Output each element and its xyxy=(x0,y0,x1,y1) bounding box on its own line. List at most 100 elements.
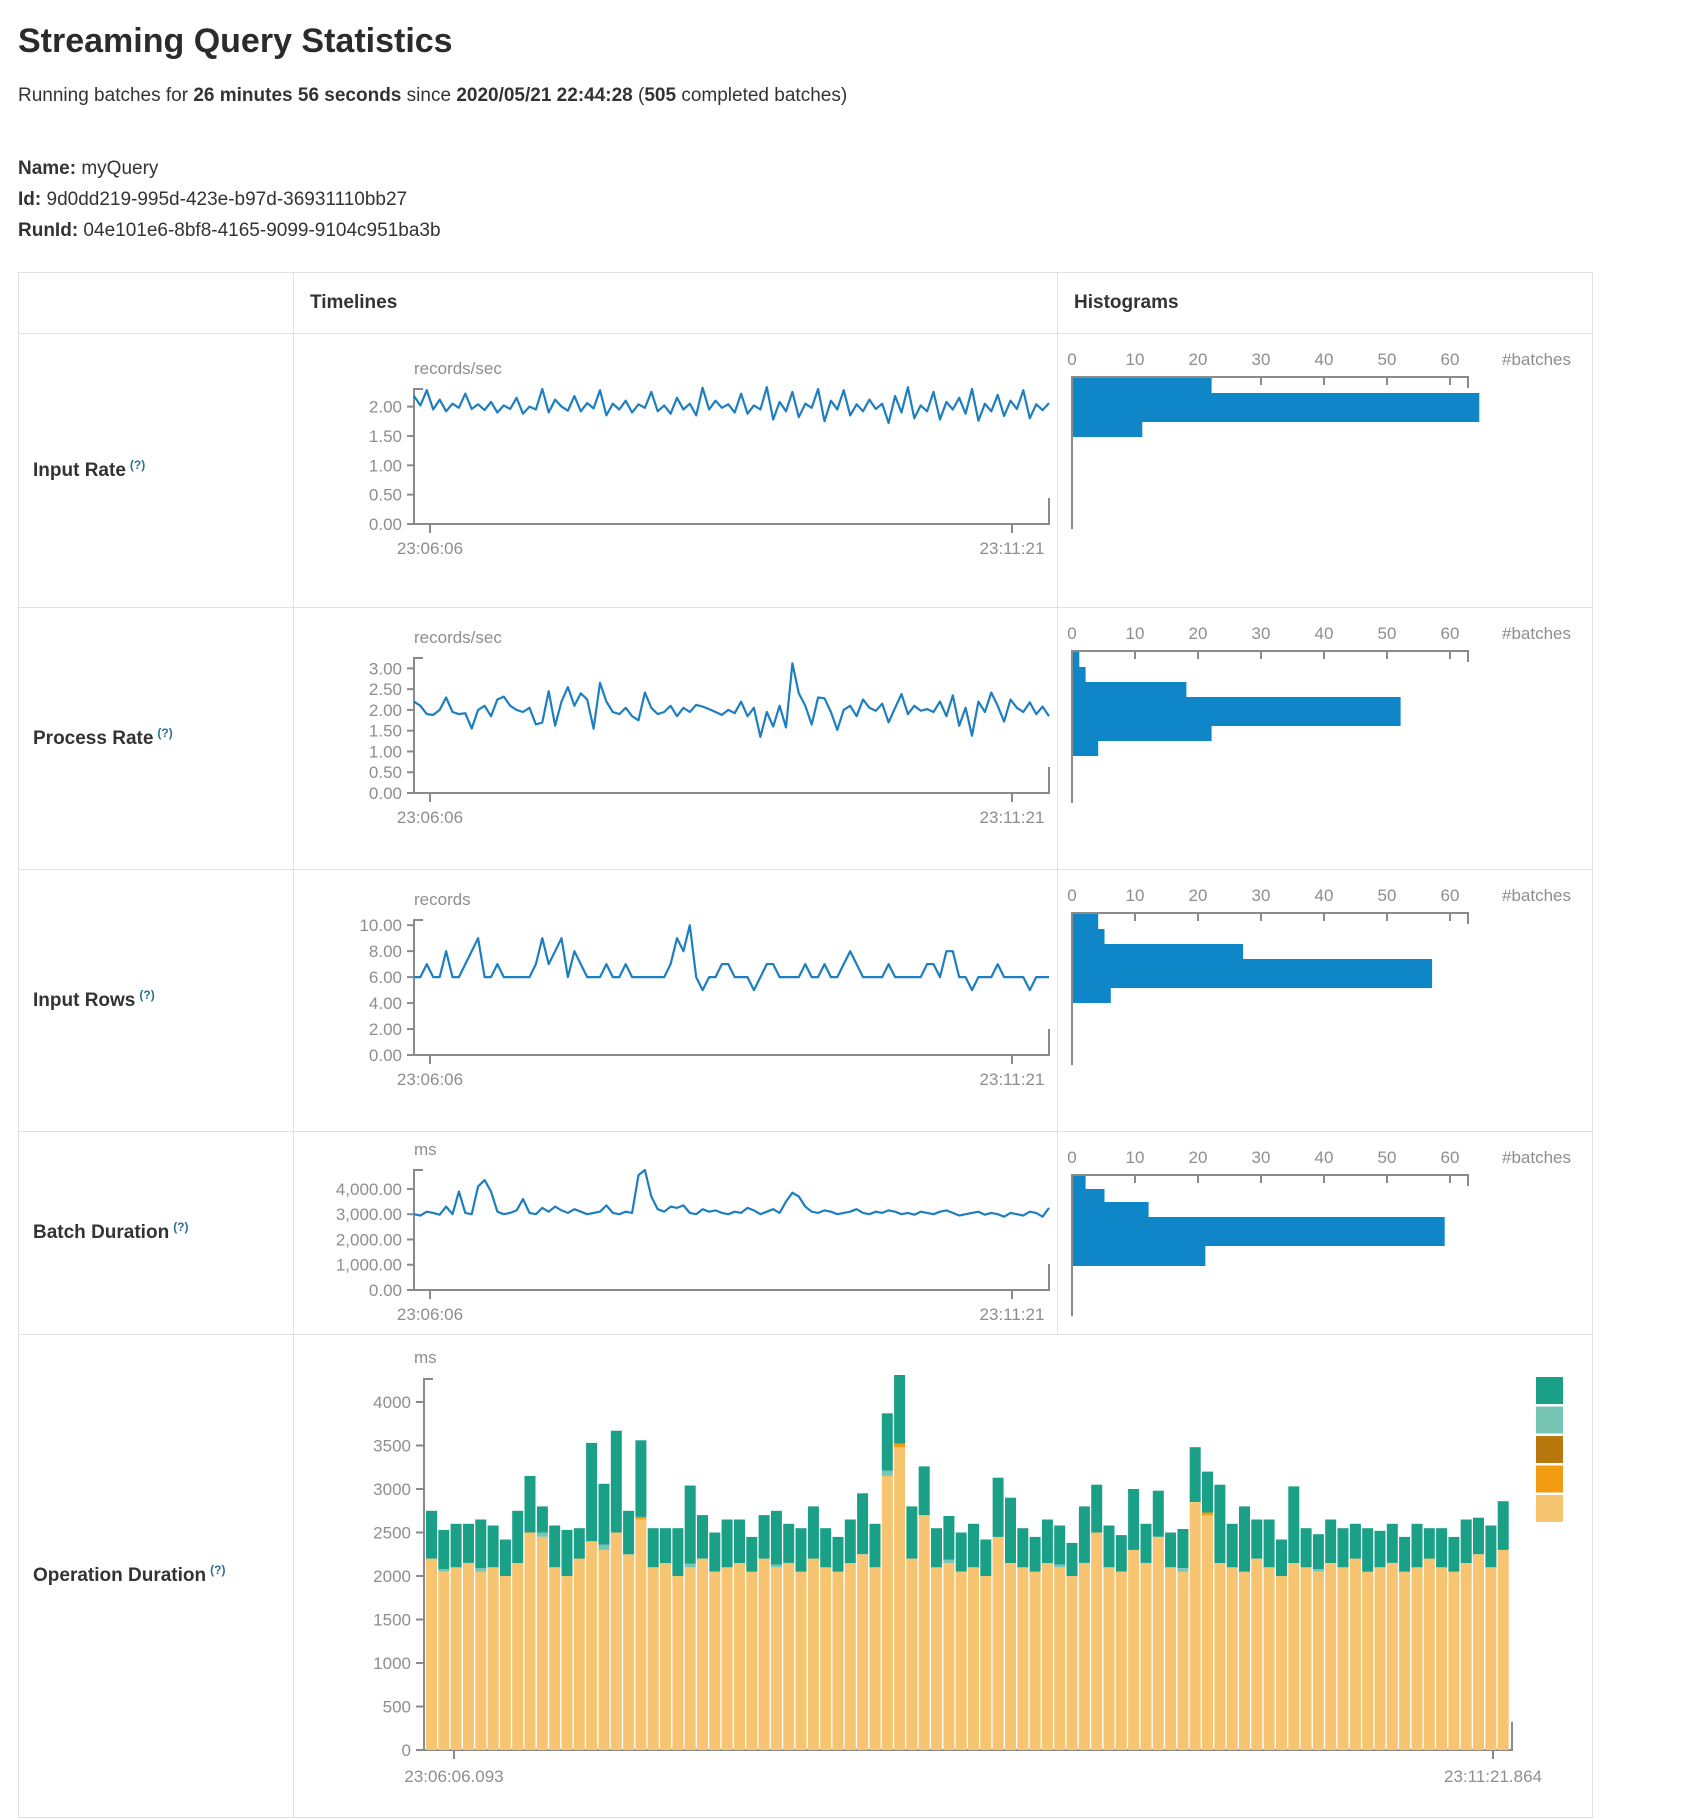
svg-text:0.00: 0.00 xyxy=(369,1046,402,1065)
input-rows-timeline-chart: records0.002.004.006.008.0010.0023:06:06… xyxy=(294,870,1057,1131)
header-empty-cell xyxy=(19,273,293,333)
svg-text:2,000.00: 2,000.00 xyxy=(336,1230,402,1249)
svg-text:20: 20 xyxy=(1189,886,1208,905)
svg-text:0: 0 xyxy=(1067,624,1076,643)
svg-text:23:06:06: 23:06:06 xyxy=(397,1305,463,1324)
svg-text:20: 20 xyxy=(1189,1148,1208,1167)
query-id-line: Id: 9d0dd219-995d-423e-b97d-36931110bb27 xyxy=(18,184,1678,215)
table-header-row: Timelines Histograms xyxy=(19,273,1592,333)
row-label-process-rate: Process Rate (?) xyxy=(19,608,293,869)
svg-text:40: 40 xyxy=(1315,886,1334,905)
operation-duration-stacked-chart: ms0500100015002000250030003500400023:06:… xyxy=(294,1335,1592,1817)
header-histograms: Histograms xyxy=(1057,273,1592,333)
svg-text:20: 20 xyxy=(1189,350,1208,369)
svg-text:6.00: 6.00 xyxy=(369,968,402,987)
svg-text:30: 30 xyxy=(1252,624,1271,643)
help-icon[interactable]: (?) xyxy=(173,1220,188,1234)
query-runid-value: 04e101e6-8bf8-4165-9099-9104c951ba3b xyxy=(78,220,440,241)
svg-text:#batches: #batches xyxy=(1502,624,1571,643)
summary-suffix: completed batches) xyxy=(676,85,847,106)
page-title: Streaming Query Statistics xyxy=(18,22,1678,61)
svg-text:10: 10 xyxy=(1126,624,1145,643)
summary-prefix: Running batches for xyxy=(18,85,193,106)
svg-text:0.00: 0.00 xyxy=(369,784,402,803)
svg-text:#batches: #batches xyxy=(1502,1148,1571,1167)
svg-text:records/sec: records/sec xyxy=(414,628,502,647)
svg-text:records/sec: records/sec xyxy=(414,359,502,378)
legend-swatch-orange xyxy=(1536,1466,1563,1493)
metric-label: Process Rate xyxy=(33,728,153,750)
svg-text:ms: ms xyxy=(414,1140,437,1159)
svg-text:10: 10 xyxy=(1126,350,1145,369)
summary-batch-count: 505 xyxy=(644,85,676,106)
svg-text:2.00: 2.00 xyxy=(369,1020,402,1039)
svg-text:0.00: 0.00 xyxy=(369,1281,402,1300)
input-rows-histogram-chart: 0102030405060#batches xyxy=(1058,870,1591,1131)
svg-text:30: 30 xyxy=(1252,886,1271,905)
running-batches-summary: Running batches for 26 minutes 56 second… xyxy=(18,85,1678,107)
svg-text:2500: 2500 xyxy=(373,1524,411,1543)
help-icon[interactable]: (?) xyxy=(210,1563,225,1577)
svg-text:0: 0 xyxy=(1067,1148,1076,1167)
svg-text:0.50: 0.50 xyxy=(369,486,402,505)
svg-text:50: 50 xyxy=(1378,886,1397,905)
svg-text:3500: 3500 xyxy=(373,1437,411,1456)
table-row-batch-duration: Batch Duration (?) ms 0.00 1,000.00 2,000.00… xyxy=(19,1131,1592,1334)
query-name-label: Name: xyxy=(18,158,76,179)
svg-text:23:11:21.864: 23:11:21.864 xyxy=(1444,1767,1542,1786)
help-icon[interactable]: (?) xyxy=(130,458,145,472)
svg-text:2000: 2000 xyxy=(373,1567,411,1586)
svg-text:60: 60 xyxy=(1441,886,1460,905)
svg-text:2.50: 2.50 xyxy=(369,680,402,699)
header-timelines: Timelines xyxy=(293,273,1057,333)
summary-mid: since xyxy=(401,85,456,106)
svg-text:60: 60 xyxy=(1441,1148,1460,1167)
svg-text:23:11:21: 23:11:21 xyxy=(980,1305,1045,1324)
input-rows-timeline-cell: records0.002.004.006.008.0010.0023:06:06… xyxy=(293,870,1057,1131)
table-row-input-rows: Input Rows(?) records0.002.004.006.008.0… xyxy=(19,869,1592,1131)
svg-text:30: 30 xyxy=(1252,350,1271,369)
help-icon[interactable]: (?) xyxy=(139,988,154,1002)
process-rate-timeline-cell: records/sec0.000.501.001.502.002.503.002… xyxy=(293,608,1057,869)
svg-text:#batches: #batches xyxy=(1502,886,1571,905)
svg-text:50: 50 xyxy=(1378,624,1397,643)
process-rate-histogram-chart: 0 10 20 30 40 50 60 #batches xyxy=(1058,608,1591,869)
table-row-operation-duration: Operation Duration(?) ms0500100015002000… xyxy=(19,1334,1592,1817)
svg-text:2.00: 2.00 xyxy=(369,398,402,417)
svg-text:23:06:06.093: 23:06:06.093 xyxy=(404,1767,503,1786)
svg-text:0: 0 xyxy=(1067,350,1076,369)
metric-label: Operation Duration xyxy=(33,1565,206,1587)
table-row-process-rate: Process Rate(?) records/sec0.000.501.001… xyxy=(19,607,1592,869)
query-runid-line: RunId: 04e101e6-8bf8-4165-9099-9104c951b… xyxy=(18,215,1678,246)
svg-text:23:11:21: 23:11:21 xyxy=(980,808,1045,827)
svg-text:1,000.00: 1,000.00 xyxy=(336,1256,402,1275)
svg-text:2.00: 2.00 xyxy=(369,701,402,720)
legend-swatch-teal xyxy=(1536,1377,1563,1404)
svg-text:0: 0 xyxy=(1067,886,1076,905)
svg-text:40: 40 xyxy=(1315,624,1334,643)
row-label-input-rows: Input Rows(?) xyxy=(19,870,293,1131)
svg-text:0.50: 0.50 xyxy=(369,763,402,782)
process-rate-histogram-cell: 0 10 20 30 40 50 60 #batches xyxy=(1057,608,1592,869)
summary-start-time: 2020/05/21 22:44:28 xyxy=(456,85,632,106)
streaming-statistics-page: Streaming Query Statistics Running batch… xyxy=(18,12,1678,1818)
svg-text:3,000.00: 3,000.00 xyxy=(336,1205,402,1224)
svg-text:1.00: 1.00 xyxy=(369,742,402,761)
input-rate-histogram-chart: 0102030405060#batches xyxy=(1058,334,1591,607)
svg-text:30: 30 xyxy=(1252,1148,1271,1167)
metric-label: Input Rate xyxy=(33,460,126,482)
svg-text:4,000.00: 4,000.00 xyxy=(336,1180,402,1199)
metric-label: Batch Duration xyxy=(33,1222,169,1244)
svg-text:1.50: 1.50 xyxy=(369,722,402,741)
svg-text:20: 20 xyxy=(1189,624,1208,643)
batch-duration-histogram-cell: 0102030405060#batches xyxy=(1057,1132,1592,1334)
input-rows-histogram-cell: 0102030405060#batches xyxy=(1057,870,1592,1131)
svg-text:60: 60 xyxy=(1441,624,1460,643)
query-id-label: Id: xyxy=(18,189,41,210)
svg-text:50: 50 xyxy=(1378,1148,1397,1167)
svg-text:4000: 4000 xyxy=(373,1393,411,1412)
process-rate-timeline-chart: records/sec0.000.501.001.502.002.503.002… xyxy=(294,608,1057,869)
help-icon[interactable]: (?) xyxy=(157,726,172,740)
svg-text:4.00: 4.00 xyxy=(369,994,402,1013)
svg-text:8.00: 8.00 xyxy=(369,942,402,961)
